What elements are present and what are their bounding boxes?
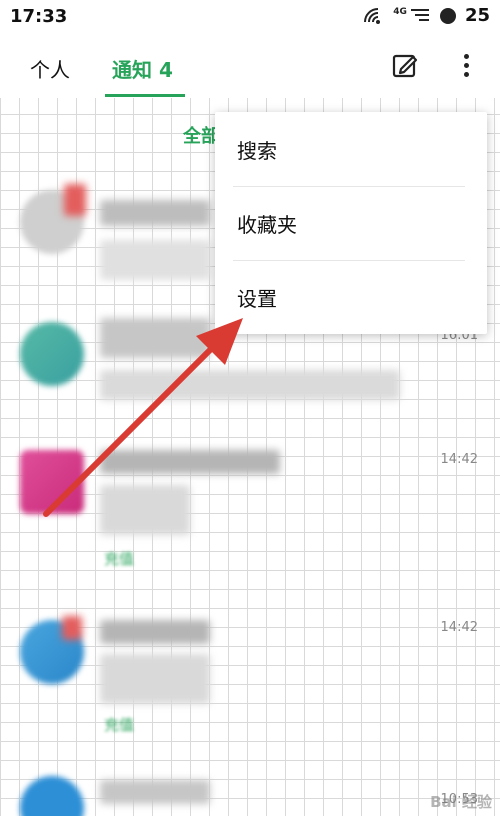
tag-label: 充值 <box>104 550 135 568</box>
blurred-content <box>100 370 400 400</box>
status-icons: 4G 25 <box>363 5 490 26</box>
battery-icon <box>439 7 456 24</box>
filter-all-tab[interactable]: 全部 <box>183 122 219 148</box>
menu-item-search[interactable]: 搜索 <box>215 112 487 186</box>
list-item[interactable]: 10:53 <box>0 770 500 816</box>
blurred-content <box>64 184 86 216</box>
blurred-content <box>100 780 210 804</box>
row-time: 14:42 <box>440 452 478 467</box>
menu-item-settings[interactable]: 设置 <box>215 260 487 334</box>
blurred-content <box>100 318 210 358</box>
list-item[interactable]: 充值 14:42 <box>0 608 500 758</box>
avatar <box>20 776 84 816</box>
tab-notifications[interactable]: 通知 4 <box>112 54 173 83</box>
row-time: 14:42 <box>440 620 478 635</box>
blurred-content <box>100 200 210 226</box>
overflow-menu: 搜索 收藏夹 设置 <box>215 112 487 334</box>
blurred-content <box>100 240 210 280</box>
signal-icon <box>410 8 429 21</box>
app-header: 个人 通知 4 <box>0 34 500 98</box>
tag-label: 充值 <box>104 716 135 734</box>
blurred-content <box>100 620 210 644</box>
compose-icon[interactable] <box>392 52 418 78</box>
tab-personal[interactable]: 个人 <box>30 54 70 83</box>
status-bar: 17:33 4G 25 <box>0 0 500 34</box>
menu-item-favorites[interactable]: 收藏夹 <box>215 186 487 260</box>
watermark: Bai 经验 <box>430 793 492 811</box>
list-item[interactable]: 充值 14:42 <box>0 440 500 590</box>
wifi-icon <box>364 7 381 24</box>
avatar <box>20 322 84 386</box>
blurred-content <box>100 654 210 704</box>
more-menu-icon[interactable] <box>460 50 472 80</box>
tab-underline <box>105 94 185 97</box>
blurred-content <box>100 485 190 535</box>
blurred-content <box>100 450 280 474</box>
network-label: 4G <box>393 6 407 17</box>
status-time: 17:33 <box>10 6 68 27</box>
avatar <box>20 450 84 514</box>
battery-level: 25 <box>464 5 490 26</box>
blurred-content <box>62 616 82 640</box>
